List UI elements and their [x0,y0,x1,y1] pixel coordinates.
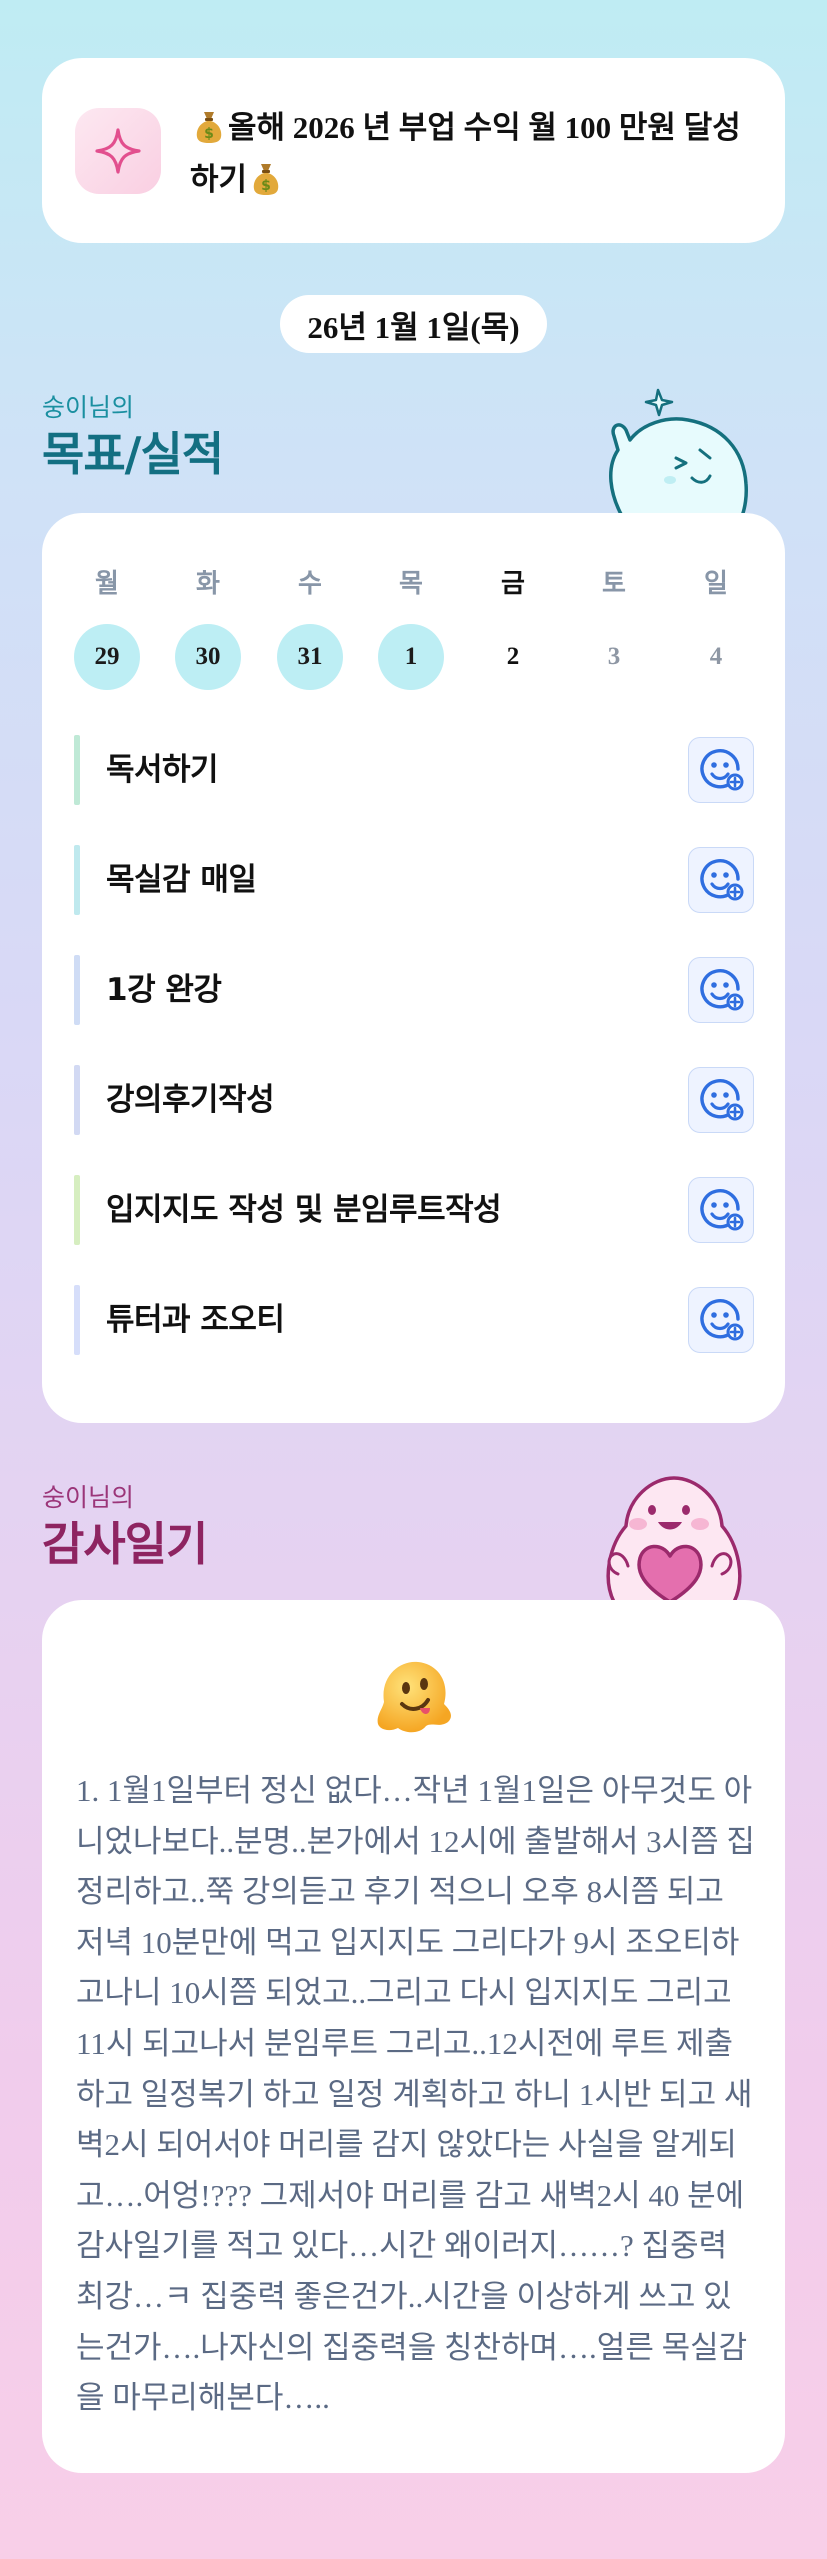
date-3[interactable]: 3 [581,624,647,690]
gratitude-section-title: 감사일기 [42,1517,208,1571]
task-row[interactable]: 강의후기작성 [74,1065,754,1135]
task-color-bar [74,1175,80,1245]
weekday-sat: 토 [602,569,626,599]
task-row[interactable]: 입지지도 작성 및 분임루트작성 [74,1175,754,1245]
gratitude-card: 1. 1월1일부터 정신 없다…작년 1월1일은 아무것도 아니었나보다..분명… [42,1600,785,2473]
task-color-bar [74,845,80,915]
goals-section-title: 목표/실적 [42,427,224,481]
svg-text:$: $ [204,126,214,142]
weekday-fri: 금 [501,569,525,599]
add-reaction-icon[interactable] [688,1067,754,1133]
task-row[interactable]: 1강 완강 [74,955,754,1025]
task-label: 강의후기작성 [106,1082,275,1118]
mascot-thumbsup-illustration [609,388,748,516]
date-29[interactable]: 29 [74,624,140,690]
weekday-mon: 월 [95,569,119,599]
task-label: 튜터과 조오티 [106,1302,285,1338]
weekday-tue: 화 [196,569,220,599]
task-label: 독서하기 [106,752,219,788]
task-color-bar [74,955,80,1025]
date-4[interactable]: 4 [683,624,749,690]
date-2[interactable]: 2 [480,624,546,690]
task-color-bar [74,1285,80,1355]
melting-face-icon [377,1661,451,1733]
mascot-heart-illustration [606,1476,742,1602]
goal-title: $ 올해 2026 년 부업 수익 월 100 만원 달성하기 $ [190,102,760,206]
svg-text:$: $ [261,178,271,194]
weekday-sun: 일 [704,569,728,599]
task-row[interactable]: 튜터과 조오티 [74,1285,754,1355]
task-label: 입지지도 작성 및 분임루트작성 [106,1192,502,1228]
task-label: 1강 완강 [106,972,222,1008]
date-pill[interactable]: 26년 1월 1일(목) [280,295,547,353]
task-row[interactable]: 독서하기 [74,735,754,805]
gratitude-text: 1. 1월1일부터 정신 없다…작년 1월1일은 아무것도 아니었나보다..분명… [76,1773,755,2416]
add-reaction-icon[interactable] [688,1287,754,1353]
add-reaction-icon[interactable] [688,957,754,1023]
goals-card: 월 화 수 목 금 토 일 29 30 31 1 2 3 4 독서하기목실감 매… [42,513,785,1423]
money-bag-icon: $ [253,164,279,195]
add-reaction-icon[interactable] [688,847,754,913]
task-label: 목실감 매일 [106,862,257,898]
date-1[interactable]: 1 [378,624,444,690]
task-row[interactable]: 목실감 매일 [74,845,754,915]
task-color-bar [74,735,80,805]
weekday-wed: 수 [298,569,322,599]
add-reaction-icon[interactable] [688,737,754,803]
task-color-bar [74,1065,80,1135]
goal-card: $ 올해 2026 년 부업 수익 월 100 만원 달성하기 $ [42,58,785,243]
date-30[interactable]: 30 [175,624,241,690]
sparkle-icon [75,108,161,194]
add-reaction-icon[interactable] [688,1177,754,1243]
date-31[interactable]: 31 [277,624,343,690]
money-bag-icon: $ [196,112,222,143]
weekday-thu: 목 [399,569,423,599]
